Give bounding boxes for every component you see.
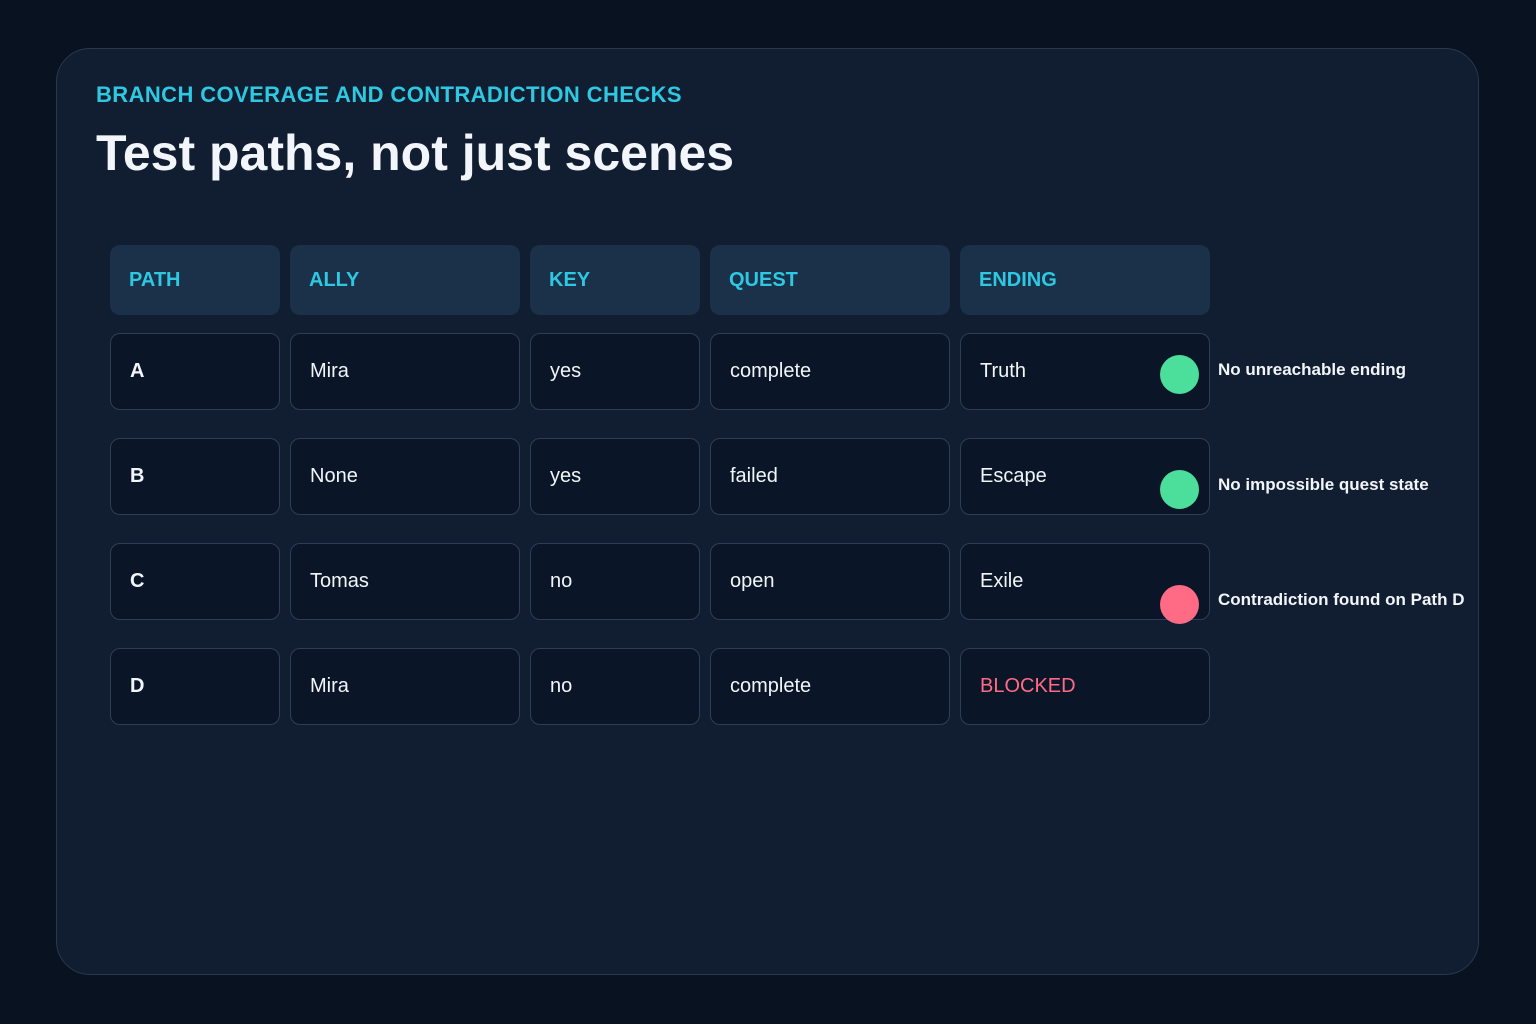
table-cell-quest: failed bbox=[710, 438, 950, 515]
table-cell-key: no bbox=[530, 648, 700, 725]
page-title: Test paths, not just scenes bbox=[96, 125, 735, 181]
table-cell-path: C bbox=[110, 543, 280, 620]
column-header-ending: ENDING bbox=[960, 245, 1210, 315]
table-cell-ending-blocked: BLOCKED bbox=[960, 648, 1210, 725]
table-cell-quest: complete bbox=[710, 333, 950, 410]
table-cell-ally: Tomas bbox=[290, 543, 520, 620]
table-cell-quest: open bbox=[710, 543, 950, 620]
table-cell-quest: complete bbox=[710, 648, 950, 725]
table-cell-key: yes bbox=[530, 333, 700, 410]
column-header-path: PATH bbox=[110, 245, 280, 315]
pass-status-dot bbox=[1160, 470, 1199, 509]
table-cell-ally: Mira bbox=[290, 648, 520, 725]
table-cell-key: no bbox=[530, 543, 700, 620]
table-cell-key: yes bbox=[530, 438, 700, 515]
table-cell-ally: None bbox=[290, 438, 520, 515]
table-cell-path: D bbox=[110, 648, 280, 725]
column-header-key: KEY bbox=[530, 245, 700, 315]
fail-status-dot bbox=[1160, 585, 1199, 624]
column-header-quest: QUEST bbox=[710, 245, 950, 315]
table-cell-ally: Mira bbox=[290, 333, 520, 410]
table-cell-path: A bbox=[110, 333, 280, 410]
column-header-ally: ALLY bbox=[290, 245, 520, 315]
pass-status-dot bbox=[1160, 355, 1199, 394]
check-label: Contradiction found on Path D bbox=[1218, 590, 1465, 609]
check-label: No unreachable ending bbox=[1218, 360, 1406, 379]
section-eyebrow: BRANCH COVERAGE AND CONTRADICTION CHECKS bbox=[96, 82, 682, 107]
table-cell-path: B bbox=[110, 438, 280, 515]
check-label: No impossible quest state bbox=[1218, 475, 1429, 494]
